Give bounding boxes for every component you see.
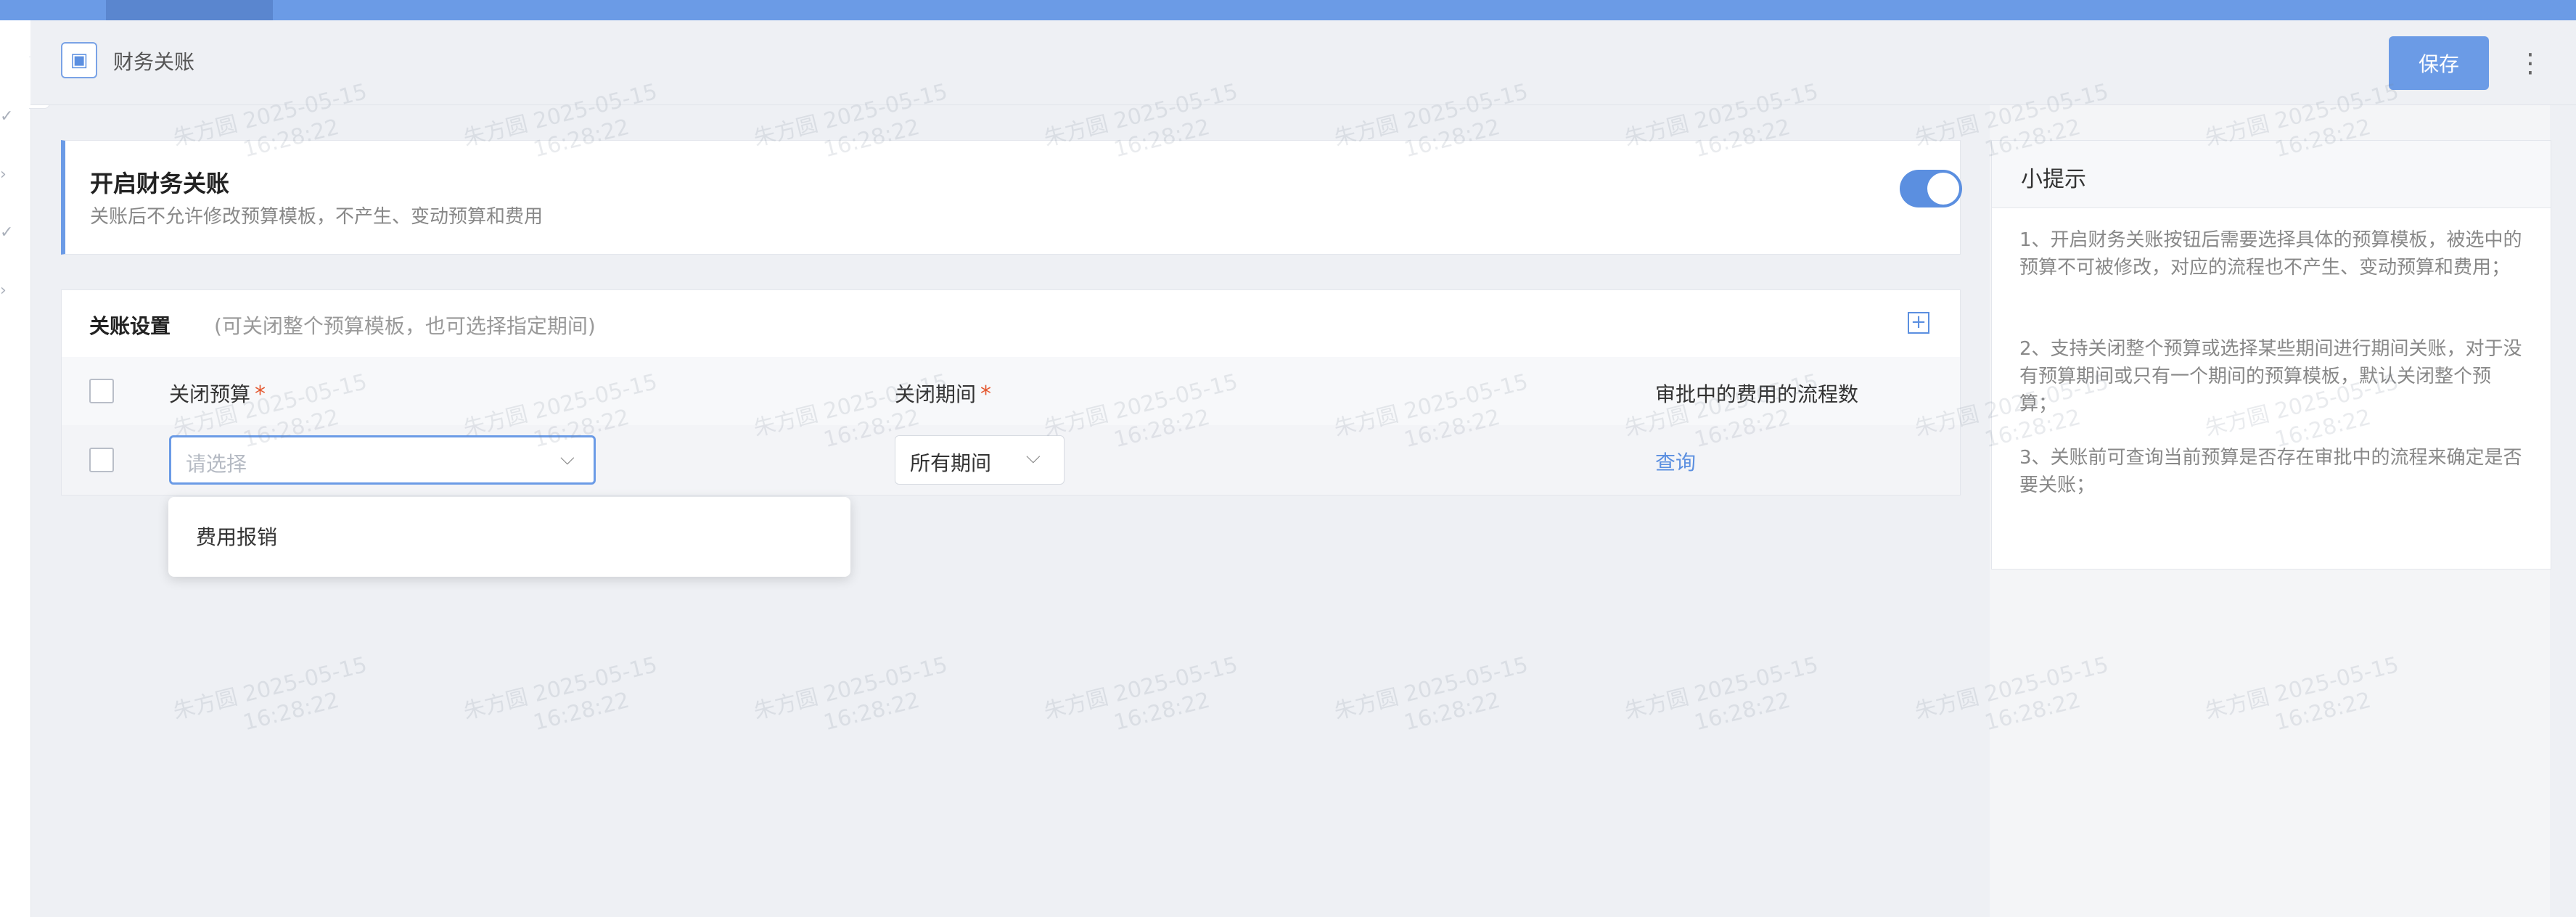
query-link[interactable]: 查询 (1655, 447, 1696, 476)
main-content: 开启财务关账 关账后不允许修改预算模板，不产生、变动预算和费用 关账设置 (可关… (30, 105, 1990, 917)
left-nav-rail: ✓ › ✓ › (0, 20, 31, 917)
app-top-bar (0, 0, 2576, 20)
tip-item: 2、支持关闭整个预算或选择某些期间进行期间关账，对于没有预算期间或只有一个期间的… (2019, 338, 2522, 415)
tips-header: 小提示 (1992, 141, 2551, 208)
more-options-icon[interactable]: ⋮ (2512, 36, 2548, 90)
chevron-down-icon: ⌵ (1026, 446, 1041, 468)
column-header-close-period: 关闭期间 * (895, 382, 992, 407)
settings-title: 关账设置 (89, 314, 171, 338)
nav-arrow-icon[interactable]: › (0, 281, 12, 300)
close-period-select[interactable]: 所有期间 ⌵ (895, 435, 1065, 485)
budget-dropdown-menu: 费用报销 (168, 497, 850, 577)
enable-close-toggle[interactable] (1900, 170, 1962, 207)
close-settings-card: 关账设置 (可关闭整个预算模板，也可选择指定期间) + 关闭预算 * 关闭期间 * … (61, 289, 1961, 495)
tips-card: 小提示 1、开启财务关账按钮后需要选择具体的预算模板，被选中的预算不可被修改，对… (1991, 140, 2551, 569)
page-header: ▣ 财务关账 保存 ⋮ (30, 20, 2576, 105)
required-mark: * (255, 382, 266, 407)
tips-title: 小提示 (2021, 167, 2086, 192)
wallet-icon: ▣ (61, 42, 97, 78)
dropdown-option-expense-reimbursement[interactable]: 费用报销 (196, 522, 277, 551)
nav-check-icon[interactable]: ✓ (0, 107, 13, 126)
settings-note: (可关闭整个预算模板，也可选择指定期间) (214, 314, 596, 338)
chevron-down-icon: ⌵ (560, 448, 575, 469)
toggle-knob (1927, 173, 1959, 205)
save-button[interactable]: 保存 (2389, 36, 2489, 90)
budget-select-placeholder: 请选择 (186, 452, 247, 476)
row-checkbox[interactable] (89, 448, 114, 472)
nav-check-icon[interactable]: ✓ (0, 223, 13, 242)
page-title: 财务关账 (113, 50, 195, 74)
settings-header: 关账设置 (可关闭整个预算模板，也可选择指定期间) + (62, 290, 1960, 358)
column-header-close-budget: 关闭预算 * (169, 382, 266, 407)
active-app-tab[interactable] (106, 0, 273, 20)
table-row: 请选择 ⌵ 所有期间 ⌵ 查询 (62, 425, 1960, 495)
enable-close-description: 关账后不允许修改预算模板，不产生、变动预算和费用 (90, 206, 543, 228)
close-budget-select[interactable]: 请选择 ⌵ (169, 435, 596, 485)
enable-close-card: 开启财务关账 关账后不允许修改预算模板，不产生、变动预算和费用 (61, 140, 1962, 255)
tip-item: 3、关账前可查询当前预算是否存在审批中的流程来确定是否要关账； (2019, 447, 2522, 496)
required-mark: * (980, 382, 992, 407)
add-row-icon[interactable]: + (1908, 312, 1929, 334)
nav-arrow-icon[interactable]: › (0, 165, 12, 184)
tip-item: 1、开启财务关账按钮后需要选择具体的预算模板，被选中的预算不可被修改，对应的流程… (2019, 229, 2522, 279)
select-all-checkbox[interactable] (89, 379, 114, 403)
period-select-value: 所有期间 (910, 451, 992, 475)
table-header: 关闭预算 * 关闭期间 * 审批中的费用的流程数 (62, 357, 1960, 426)
column-header-pending-flows: 审批中的费用的流程数 (1655, 382, 1859, 406)
enable-close-title: 开启财务关账 (90, 170, 230, 197)
